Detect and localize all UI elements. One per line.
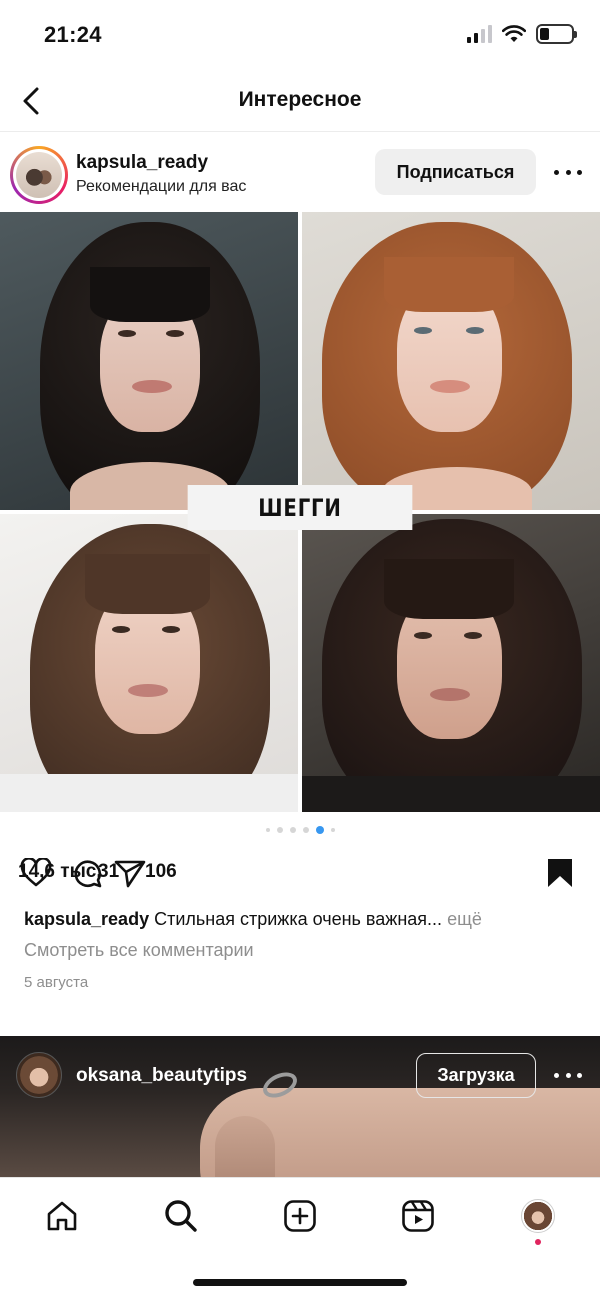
post-caption: kapsula_ready Стильная стрижка очень важ… <box>24 906 584 932</box>
photo-tile <box>302 514 600 812</box>
post-header: kapsula_ready Рекомендации для вас Подпи… <box>0 134 600 212</box>
carousel-dot <box>265 828 270 832</box>
carousel-dot <box>276 827 283 833</box>
tab-home[interactable] <box>42 1196 82 1236</box>
notification-dot <box>535 1239 541 1245</box>
reels-icon <box>402 1200 434 1232</box>
profile-avatar <box>521 1199 555 1233</box>
next-post[interactable]: oksana_beautytips Загрузка <box>0 1036 600 1177</box>
caption-username[interactable]: kapsula_ready <box>24 909 149 929</box>
tab-profile[interactable] <box>518 1196 558 1236</box>
home-icon <box>47 1201 77 1231</box>
share-count[interactable]: 106 <box>145 861 177 883</box>
photo-tile <box>302 212 600 510</box>
save-button[interactable] <box>546 858 574 893</box>
next-post-username[interactable]: oksana_beautytips <box>76 1065 247 1087</box>
battery-icon <box>536 24 577 44</box>
create-icon <box>284 1200 316 1232</box>
send-icon <box>114 860 146 888</box>
share-button[interactable] <box>114 858 146 888</box>
more-options-icon[interactable] <box>554 1073 582 1078</box>
more-options-icon[interactable] <box>554 160 582 184</box>
follow-button[interactable]: Подписаться <box>375 149 536 195</box>
search-icon <box>165 1200 197 1232</box>
photo-tile <box>0 212 298 510</box>
avatar[interactable] <box>10 146 68 204</box>
home-indicator <box>193 1279 407 1286</box>
bookmark-icon <box>548 859 572 887</box>
media-caption-label: ШЕГГИ <box>187 485 413 530</box>
photo-tile <box>0 514 298 812</box>
caption-more-link[interactable]: ещё <box>447 909 482 929</box>
wifi-icon <box>502 25 526 42</box>
post-actions: 14,6 тыс. 31 106 <box>0 850 600 896</box>
avatar[interactable] <box>16 1052 62 1098</box>
tab-reels[interactable] <box>398 1196 438 1236</box>
carousel-dot <box>302 827 309 833</box>
carousel-dot-active <box>315 826 324 834</box>
nav-bar: Интересное <box>0 72 600 132</box>
caption-text: Стильная стрижка очень важная... <box>154 909 443 929</box>
signal-icon <box>467 25 492 43</box>
status-bar: 21:24 <box>0 0 600 70</box>
view-comments-link[interactable]: Смотреть все комментарии <box>24 940 254 961</box>
tab-create[interactable] <box>280 1196 320 1236</box>
status-icons <box>467 24 577 44</box>
carousel-indicator <box>0 826 600 834</box>
post-date: 5 августа <box>24 974 89 991</box>
post-subtitle: Рекомендации для вас <box>76 178 247 195</box>
download-button[interactable]: Загрузка <box>416 1053 536 1098</box>
post-image[interactable]: ШЕГГИ <box>0 212 600 812</box>
tab-search[interactable] <box>161 1196 201 1236</box>
page-title: Интересное <box>238 88 362 111</box>
status-time: 21:24 <box>44 22 102 47</box>
carousel-dot <box>330 828 335 832</box>
carousel-dot <box>289 827 296 833</box>
post-username[interactable]: kapsula_ready <box>76 152 208 174</box>
